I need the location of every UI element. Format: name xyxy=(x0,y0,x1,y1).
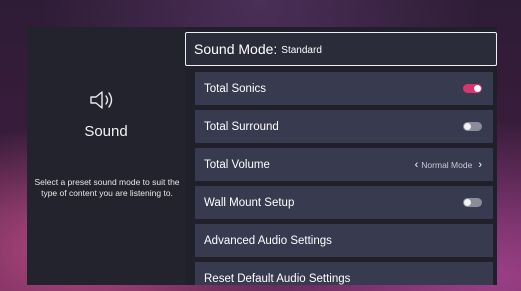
menu-item-label: Advanced Audio Settings xyxy=(204,234,332,247)
section-title: Sound xyxy=(84,123,128,140)
total-volume-picker[interactable]: ‹ Normal Mode › xyxy=(415,159,482,171)
chevron-right-icon[interactable]: › xyxy=(478,159,482,171)
total-volume-value: Normal Mode xyxy=(421,159,473,170)
wall-mount-toggle[interactable] xyxy=(463,198,482,207)
sound-settings-panel: Sound Select a preset sound mode to suit… xyxy=(27,27,497,285)
sound-mode-value: Standard xyxy=(281,44,322,56)
settings-menu: Sound Mode: Standard Total Sonics Total … xyxy=(185,27,497,285)
menu-item-label: Wall Mount Setup xyxy=(204,196,295,209)
menu-item-total-volume[interactable]: Total Volume ‹ Normal Mode › xyxy=(195,148,493,181)
chevron-left-icon[interactable]: ‹ xyxy=(415,159,419,171)
menu-item-total-surround[interactable]: Total Surround xyxy=(195,110,493,143)
menu-item-reset-default-audio-settings[interactable]: Reset Default Audio Settings xyxy=(195,262,493,285)
menu-item-advanced-audio-settings[interactable]: Advanced Audio Settings xyxy=(195,224,493,257)
total-sonics-toggle[interactable] xyxy=(463,84,482,93)
sound-mode-label: Sound Mode: xyxy=(194,41,278,57)
menu-item-label: Reset Default Audio Settings xyxy=(204,272,351,285)
sound-mode-selector[interactable]: Sound Mode: Standard xyxy=(185,32,497,66)
speaker-icon xyxy=(90,91,113,109)
toggle-knob xyxy=(464,199,471,206)
toggle-knob xyxy=(464,123,471,130)
menu-item-label: Total Surround xyxy=(204,120,279,133)
menu-item-label: Total Volume xyxy=(204,158,270,171)
section-description: Select a preset sound mode to suit the t… xyxy=(34,177,180,198)
menu-item-label: Total Sonics xyxy=(204,82,267,95)
menu-item-total-sonics[interactable]: Total Sonics xyxy=(195,72,493,105)
menu-item-wall-mount-setup[interactable]: Wall Mount Setup xyxy=(195,186,493,219)
info-pane: Sound Select a preset sound mode to suit… xyxy=(27,27,185,285)
toggle-knob xyxy=(474,85,481,92)
total-surround-toggle[interactable] xyxy=(463,122,482,131)
